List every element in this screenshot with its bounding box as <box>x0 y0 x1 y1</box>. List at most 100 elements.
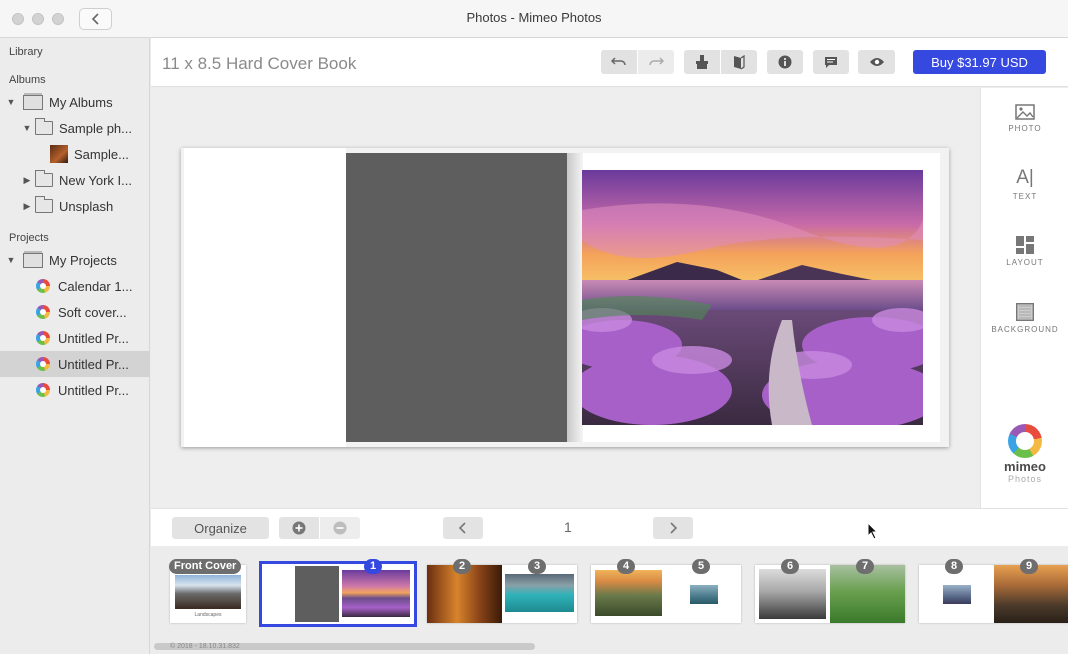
organize-button[interactable]: Organize <box>172 517 269 539</box>
album-stack-icon <box>23 94 43 110</box>
redo-button[interactable] <box>638 50 674 74</box>
layout-grid-icon <box>1016 236 1034 254</box>
inside-cover-page[interactable] <box>184 148 346 447</box>
filmstrip-spread-1[interactable] <box>262 564 414 624</box>
filmstrip-spread-4-5[interactable] <box>591 565 741 623</box>
page-badge-7: 7 <box>856 559 874 574</box>
mimeo-project-icon <box>36 279 50 293</box>
sidebar-item-my-albums[interactable]: ▼ My Albums <box>0 89 150 115</box>
info-icon <box>778 55 792 69</box>
sidebar-item-project[interactable]: Untitled Pr... <box>0 377 150 403</box>
clean-up-button[interactable] <box>684 50 720 74</box>
sidebar-item-sample-album[interactable]: Sample... <box>0 141 150 167</box>
text-cursor-icon: A| <box>1016 167 1034 188</box>
eye-icon <box>869 58 884 66</box>
sidebar-item-project-selected[interactable]: Untitled Pr... <box>0 351 150 377</box>
sidebar-item-project[interactable]: Untitled Pr... <box>0 325 150 351</box>
next-page-button[interactable] <box>653 517 693 539</box>
editor-canvas <box>151 88 980 508</box>
library-header[interactable]: Library <box>9 46 43 58</box>
filmstrip-spread-2-3[interactable] <box>427 565 577 623</box>
sidebar-item-unsplash[interactable]: ▶ Unsplash <box>0 193 150 219</box>
current-page-number: 1 <box>564 519 572 535</box>
sidebar-item-sample-photos[interactable]: ▼ Sample ph... <box>0 115 150 141</box>
page-badge-4: 4 <box>617 559 635 574</box>
sidebar-item-label: Untitled Pr... <box>58 330 129 346</box>
buy-button[interactable]: Buy $31.97 USD <box>913 50 1046 74</box>
disclosure-open-icon[interactable]: ▼ <box>22 123 32 133</box>
comment-button[interactable] <box>813 50 849 74</box>
sidebar-item-label: Calendar 1... <box>58 278 133 294</box>
filmstrip-spread-8-9[interactable] <box>919 565 1068 623</box>
background-texture-icon <box>1016 303 1034 321</box>
disclosure-closed-icon[interactable]: ▶ <box>22 201 32 212</box>
preview-button[interactable] <box>858 50 895 74</box>
sidebar-item-new-york[interactable]: ▶ New York I... <box>0 167 150 193</box>
minus-circle-icon <box>333 521 347 535</box>
brush-icon <box>696 55 708 69</box>
folder-icon <box>35 196 53 213</box>
sidebar-item-label: New York I... <box>59 172 132 188</box>
small-mountain-thumbnail <box>690 585 718 604</box>
redo-icon <box>649 57 664 66</box>
chevron-left-icon <box>459 522 466 534</box>
info-button[interactable] <box>767 50 803 74</box>
valley-sunset-thumbnail <box>595 570 662 616</box>
sidebar-item-label: My Albums <box>49 94 113 110</box>
page-badge-2: 2 <box>453 559 471 574</box>
page-filmstrip: Landscapes Front Cover 1 2 3 4 5 6 7 8 9… <box>151 546 1068 654</box>
front-cover-badge: Front Cover <box>169 559 242 574</box>
text-tool[interactable]: A| TEXT <box>981 167 1068 202</box>
photo-icon <box>1015 104 1035 120</box>
plus-circle-icon <box>292 521 306 535</box>
disclosure-open-icon[interactable]: ▼ <box>6 97 16 107</box>
small-lake-thumbnail <box>943 585 971 604</box>
add-page-button[interactable] <box>279 517 319 539</box>
book-icon <box>734 54 745 69</box>
background-tool-label: BACKGROUND <box>991 325 1059 334</box>
layout-tool[interactable]: LAYOUT <box>981 236 1068 267</box>
filmstrip-spread-6-7[interactable] <box>755 565 905 623</box>
cover-caption: Landscapes <box>194 612 222 618</box>
sidebar-item-label: Untitled Pr... <box>58 382 129 398</box>
build-version-footnote: © 2018 - 18.10.31.832 <box>170 643 240 650</box>
page-badge-9: 9 <box>1020 559 1038 574</box>
sidebar-item-label: My Projects <box>49 252 117 268</box>
albums-header: Albums <box>9 74 46 86</box>
foggy-forest-thumbnail <box>759 569 826 619</box>
sidebar-item-label: Sample ph... <box>59 120 132 136</box>
mimeo-brand-sub: Photos <box>1007 474 1043 484</box>
album-stack-icon <box>23 252 43 268</box>
disclosure-closed-icon[interactable]: ▶ <box>22 175 32 186</box>
sidebar: Library Albums ▼ My Albums ▼ Sample ph..… <box>0 38 150 654</box>
lavender-sunset-photo[interactable] <box>582 170 923 425</box>
photo-tool[interactable]: PHOTO <box>981 104 1068 133</box>
previous-page-button[interactable] <box>443 517 483 539</box>
sidebar-item-my-projects[interactable]: ▼ My Projects <box>0 247 150 273</box>
page-navigation-bar: Organize 1 <box>151 508 1068 546</box>
comment-icon <box>825 56 837 68</box>
folder-icon <box>35 170 53 187</box>
text-tool-label: TEXT <box>1012 192 1038 201</box>
book-spine <box>567 153 583 442</box>
lake-boat-thumbnail <box>505 574 574 612</box>
folder-icon <box>35 118 53 135</box>
sidebar-item-project[interactable]: Calendar 1... <box>0 273 150 299</box>
disclosure-open-icon[interactable]: ▼ <box>6 255 16 265</box>
sidebar-item-label: Untitled Pr... <box>58 356 129 372</box>
lavender-thumbnail-photo <box>342 570 410 617</box>
sidebar-item-project[interactable]: Soft cover... <box>0 299 150 325</box>
window-title: Photos - Mimeo Photos <box>466 10 602 25</box>
undo-button[interactable] <box>601 50 637 74</box>
book-view-button[interactable] <box>721 50 757 74</box>
undo-icon <box>611 57 626 66</box>
mouse-cursor-icon <box>867 522 879 540</box>
page-badge-1: 1 <box>364 559 382 574</box>
photo-thumbnail-icon <box>50 145 68 163</box>
left-page-background[interactable] <box>346 153 567 442</box>
editor-toolbar: 11 x 8.5 Hard Cover Book Buy $31.97 USD <box>151 38 1068 87</box>
remove-page-button[interactable] <box>320 517 360 539</box>
background-tool[interactable]: BACKGROUND <box>981 303 1068 334</box>
sidebar-item-label: Unsplash <box>59 198 114 214</box>
book-spread[interactable] <box>181 148 949 447</box>
